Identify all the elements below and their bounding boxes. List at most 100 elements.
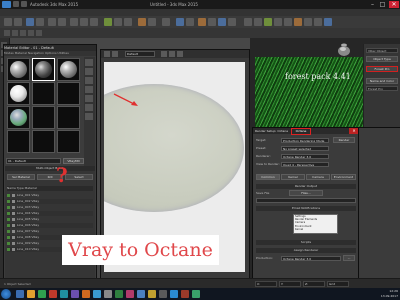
- unlink-icon[interactable]: [36, 18, 44, 26]
- mirror-icon[interactable]: [138, 18, 146, 26]
- forest-pro-button[interactable]: Forest Pro: [366, 66, 398, 72]
- table-row[interactable]: Line_003 VRay: [7, 205, 93, 210]
- taskbar-app-icon[interactable]: [16, 290, 24, 298]
- checkbox[interactable]: [7, 235, 10, 239]
- checkbox[interactable]: [7, 241, 10, 245]
- render-elements-list[interactable]: Settings Render Elements Camera Environm…: [293, 214, 338, 234]
- checkbox[interactable]: [7, 247, 10, 251]
- forest-pack-viewport[interactable]: [255, 57, 363, 127]
- material-slot[interactable]: [32, 82, 55, 105]
- taskbar-app-icon[interactable]: [115, 290, 123, 298]
- select-by-name-icon[interactable]: [58, 18, 66, 26]
- app-icon[interactable]: [2, 1, 11, 8]
- view-dropdown[interactable]: Quad 4 - Perspective: [281, 162, 329, 167]
- toolbar-icon[interactable]: [274, 18, 282, 26]
- tab-camera[interactable]: Camera: [306, 174, 330, 180]
- start-button[interactable]: [1, 289, 11, 299]
- x-coordinate[interactable]: X:: [255, 281, 277, 287]
- curve-editor-icon[interactable]: [176, 18, 184, 26]
- material-slot[interactable]: [57, 130, 80, 153]
- taskbar-app-icon[interactable]: [159, 290, 167, 298]
- checkbox[interactable]: [7, 211, 10, 215]
- checkbox[interactable]: [7, 193, 10, 197]
- backlight-icon[interactable]: [85, 68, 93, 75]
- channel-icon[interactable]: [161, 51, 167, 57]
- select-icon[interactable]: [48, 18, 56, 26]
- sample-type-icon[interactable]: [85, 59, 93, 66]
- scale-icon[interactable]: [90, 18, 98, 26]
- channel-icon[interactable]: [169, 51, 175, 57]
- taskbar-app-icon[interactable]: [104, 290, 112, 298]
- material-slot[interactable]: [57, 58, 80, 81]
- taskbar-app-icon[interactable]: [38, 290, 46, 298]
- taskbar-app-icon[interactable]: [71, 290, 79, 298]
- material-slot[interactable]: [57, 82, 80, 105]
- angle-snap-icon[interactable]: [114, 18, 122, 26]
- taskbar-app-icon[interactable]: [27, 290, 35, 298]
- list-item[interactable]: Kernel: [294, 228, 337, 231]
- schematic-view-icon[interactable]: [186, 18, 194, 26]
- material-slot[interactable]: [57, 106, 80, 129]
- close-button[interactable]: ✕: [389, 1, 399, 8]
- system-clock[interactable]: 12:26 13.09.2017: [360, 289, 398, 299]
- redo-icon[interactable]: [14, 18, 22, 26]
- background-icon[interactable]: [85, 77, 93, 84]
- uv-tiling-icon[interactable]: [85, 86, 93, 93]
- table-row[interactable]: Line_005 VRay: [7, 217, 93, 222]
- tab-kernel[interactable]: Kernel: [281, 174, 305, 180]
- assign-renderer-section[interactable]: Assign Renderer: [256, 248, 356, 253]
- toolbar-icon[interactable]: [244, 18, 252, 26]
- snap-icon[interactable]: [104, 18, 112, 26]
- checkbox[interactable]: [7, 205, 10, 209]
- object-type-rollout[interactable]: Object Type: [366, 56, 398, 62]
- table-row[interactable]: Line_007 VRay: [7, 229, 93, 234]
- material-slot[interactable]: [32, 130, 55, 153]
- taskbar-app-icon[interactable]: [93, 290, 101, 298]
- taskbar-app-icon[interactable]: [82, 290, 90, 298]
- checkbox[interactable]: [7, 229, 10, 233]
- ribbon-icon[interactable]: [12, 30, 18, 36]
- render-frame-icon[interactable]: [218, 18, 226, 26]
- taskbar-app-icon[interactable]: [49, 290, 57, 298]
- taskbar-app-icon[interactable]: [192, 290, 200, 298]
- toolbar-icon[interactable]: [314, 18, 322, 26]
- checkbox[interactable]: [7, 217, 10, 221]
- video-color-icon[interactable]: [85, 95, 93, 102]
- maximize-button[interactable]: □: [378, 1, 387, 8]
- select-button[interactable]: Select: [65, 174, 93, 180]
- table-row[interactable]: Line_002 VRay: [7, 199, 93, 204]
- table-row[interactable]: Line_004 VRay: [7, 211, 93, 216]
- ribbon-icon[interactable]: [28, 30, 34, 36]
- save-image-icon[interactable]: [104, 51, 110, 57]
- tab-common[interactable]: Common: [256, 174, 280, 180]
- link-icon[interactable]: [26, 18, 34, 26]
- preset-dropdown[interactable]: No preset selected: [281, 146, 329, 151]
- taskbar-app-icon[interactable]: [60, 290, 68, 298]
- email-notifications-section[interactable]: Email Notifications: [256, 206, 356, 211]
- toolbar-icon[interactable]: [284, 18, 292, 26]
- taskbar-app-icon[interactable]: [170, 290, 178, 298]
- toolbar-icon[interactable]: [294, 18, 302, 26]
- open-file-icon[interactable]: [21, 1, 27, 7]
- rotate-icon[interactable]: [80, 18, 88, 26]
- object-category-dropdown[interactable]: VRay Object: [366, 48, 398, 53]
- new-file-icon[interactable]: [13, 1, 19, 7]
- move-icon[interactable]: [70, 18, 78, 26]
- copy-image-icon[interactable]: [112, 51, 118, 57]
- render-setup-icon[interactable]: [208, 18, 216, 26]
- tab-environment[interactable]: Environment: [331, 174, 356, 180]
- name-and-color-rollout[interactable]: Name and Color: [366, 78, 398, 84]
- material-slot[interactable]: [32, 58, 55, 81]
- layer-icon[interactable]: [162, 18, 170, 26]
- render-icon[interactable]: [228, 18, 236, 26]
- preview-icon[interactable]: [85, 104, 93, 111]
- taskbar-app-icon[interactable]: [181, 290, 189, 298]
- y-coordinate[interactable]: Y:: [279, 281, 301, 287]
- grid-field[interactable]: Grid: [327, 281, 349, 287]
- toolbar-icon[interactable]: [324, 18, 332, 26]
- render-preset-select[interactable]: Default: [125, 51, 155, 57]
- material-slot[interactable]: [7, 106, 30, 129]
- align-icon[interactable]: [148, 18, 156, 26]
- ribbon-icon[interactable]: [20, 30, 26, 36]
- toolbar-icon[interactable]: [304, 18, 312, 26]
